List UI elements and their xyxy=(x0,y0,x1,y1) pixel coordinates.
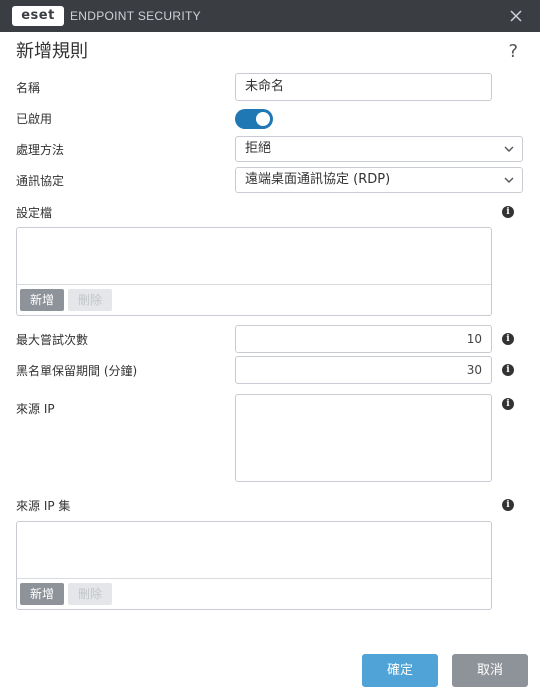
blacklist-retention-label: 黑名單保留期間 (分鐘) xyxy=(16,364,138,378)
source-ip-sets-label: 來源 IP 集 xyxy=(16,499,71,513)
profiles-list: 新增 刪除 xyxy=(16,227,492,316)
window-titlebar: eset ENDPOINT SECURITY xyxy=(0,0,540,32)
chevron-down-icon xyxy=(504,146,514,152)
info-icon[interactable]: i xyxy=(502,499,514,511)
action-select[interactable]: 拒絕 xyxy=(235,136,523,162)
profiles-add-button[interactable]: 新增 xyxy=(20,289,64,311)
source-ip-sets-list-area[interactable] xyxy=(17,522,491,578)
divider xyxy=(17,578,491,579)
blacklist-retention-input[interactable]: 30 xyxy=(235,356,492,384)
ipsets-add-button[interactable]: 新增 xyxy=(20,583,64,605)
profiles-delete-button: 刪除 xyxy=(68,289,112,311)
close-button[interactable] xyxy=(508,8,524,24)
help-button[interactable]: ? xyxy=(508,40,518,64)
enabled-label: 已啟用 xyxy=(16,112,53,126)
max-attempts-input[interactable]: 10 xyxy=(235,325,492,353)
protocol-select-value: 遠端桌面通訊協定 (RDP) xyxy=(245,172,391,187)
dialog-title: 新增規則 xyxy=(16,41,88,62)
app-name: ENDPOINT SECURITY xyxy=(70,9,201,23)
protocol-label: 通訊協定 xyxy=(16,174,65,188)
divider xyxy=(17,284,491,285)
toggle-knob xyxy=(256,112,270,126)
max-attempts-label: 最大嘗試次數 xyxy=(16,333,89,347)
name-input[interactable]: 未命名 xyxy=(235,73,492,101)
info-icon[interactable]: i xyxy=(502,333,514,345)
protocol-select[interactable]: 遠端桌面通訊協定 (RDP) xyxy=(235,167,523,193)
source-ip-label: 來源 IP xyxy=(16,402,55,416)
source-ip-sets-list: 新增 刪除 xyxy=(16,521,492,610)
info-icon[interactable]: i xyxy=(502,364,514,376)
action-label: 處理方法 xyxy=(16,143,65,157)
close-icon xyxy=(510,10,522,22)
brand: eset ENDPOINT SECURITY xyxy=(12,6,201,26)
eset-logo: eset xyxy=(12,6,64,26)
profiles-label: 設定檔 xyxy=(16,206,53,220)
cancel-button[interactable]: 取消 xyxy=(452,654,528,687)
name-label: 名稱 xyxy=(16,81,41,95)
chevron-down-icon xyxy=(504,177,514,183)
profiles-list-area[interactable] xyxy=(17,228,491,284)
ok-button[interactable]: 確定 xyxy=(362,654,438,687)
info-icon[interactable]: i xyxy=(502,398,514,410)
ipsets-delete-button: 刪除 xyxy=(68,583,112,605)
info-icon[interactable]: i xyxy=(502,206,514,218)
source-ip-textarea[interactable] xyxy=(235,394,492,482)
action-select-value: 拒絕 xyxy=(245,141,272,156)
enabled-toggle[interactable] xyxy=(235,109,273,129)
